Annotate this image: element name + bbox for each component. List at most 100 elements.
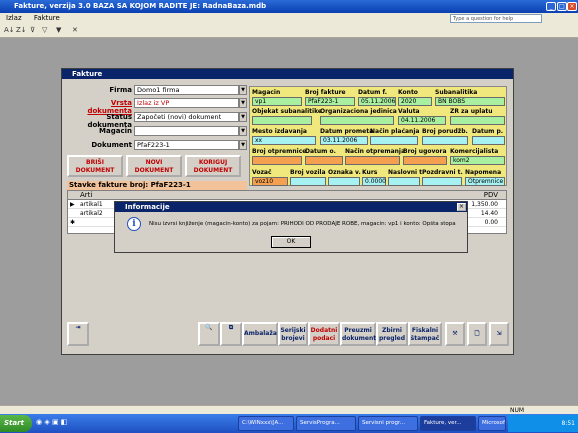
subanalitika-field[interactable]: BN BOBS: [435, 97, 505, 106]
kurs-label: Kurs: [362, 169, 378, 176]
information-dialog: Informacije × i Nisu izvrsi knjiženje (m…: [114, 201, 468, 253]
taskbar-item-5[interactable]: Microsoft Acc...: [478, 416, 506, 431]
pozdravni-label: Pozdravni t.: [422, 169, 463, 176]
nacin-otpremanja-field[interactable]: [345, 156, 400, 165]
invoice-header-panel: Magacin Broj fakture Datum f. Konto Suba…: [249, 86, 507, 186]
fiskalni-stampac-button[interactable]: Fiskalni štampač: [408, 322, 442, 346]
broj-porudzbine-label: Broj porudžb.: [422, 128, 468, 135]
print-preview-icon[interactable]: 🗋: [467, 322, 487, 346]
org-jedinica-field[interactable]: [320, 116, 394, 125]
taskbar-item-1[interactable]: C:\WINxxx\[A...: [238, 416, 294, 431]
taskbar-item-4[interactable]: Fakture, ver...: [420, 416, 476, 431]
vrsta-dropdown-icon[interactable]: ▼: [239, 98, 247, 108]
row-artikal: artikal1: [80, 201, 103, 208]
firma-dropdown-icon[interactable]: ▼: [239, 85, 247, 95]
subanalitika-label: Subanalitika: [435, 89, 478, 96]
nacin-placanja-label: Način plaćanja: [370, 128, 420, 135]
preuzmi-dokument-button[interactable]: Preuzmi dokument: [340, 322, 376, 346]
firma-label: Firma: [109, 86, 132, 94]
menu-item-fakture[interactable]: Fakture: [34, 14, 60, 22]
magacin-header-field[interactable]: vp1: [252, 97, 302, 106]
zbirni-pregled-button[interactable]: Zbirni pregled: [376, 322, 408, 346]
form-title-bar: Fakture: [62, 69, 513, 79]
taskbar-item-2[interactable]: ServisProgra...: [296, 416, 356, 431]
pozdravni-field[interactable]: [422, 177, 462, 186]
firma-field[interactable]: Domo1 firma: [134, 85, 239, 95]
dialog-message: Nisu izvrsi knjiženje (magacin-konto) za…: [149, 221, 456, 227]
grid-column-artikal[interactable]: Arti: [80, 191, 92, 200]
datum-p-field[interactable]: [472, 136, 505, 145]
taskbar: Start ◉ ◈ ▣ ◧ C:\WINxxx\[A... ServisProg…: [0, 414, 578, 433]
nacin-placanja-field[interactable]: [370, 136, 418, 145]
remove-filter-icon[interactable]: ▼: [56, 26, 61, 34]
naslovni-field[interactable]: [388, 177, 420, 186]
tools-icon[interactable]: ⚒: [445, 322, 465, 346]
ambalaza-button[interactable]: Ambalaža: [242, 322, 278, 346]
zr-field[interactable]: [450, 116, 505, 125]
help-search-input[interactable]: Type a question for help: [450, 14, 542, 23]
broj-vozila-field[interactable]: [290, 177, 326, 186]
ok-button[interactable]: OK: [271, 236, 311, 248]
menu-item-izlaz[interactable]: Izlaz: [6, 14, 22, 22]
dokument-field[interactable]: PfaF223-1: [134, 140, 239, 150]
row-selector-icon[interactable]: ▶: [70, 200, 75, 209]
broj-porudzbine-field[interactable]: [422, 136, 468, 145]
magacin-field[interactable]: [134, 126, 239, 136]
vrsta-dokumenta-field[interactable]: Izlaz iz VP: [134, 98, 239, 108]
close-button[interactable]: ×: [567, 2, 577, 11]
dokument-dropdown-icon[interactable]: ▼: [239, 140, 247, 150]
valuta-field[interactable]: 04.11.2006: [398, 116, 446, 125]
kurs-field[interactable]: 0.0000: [362, 177, 386, 186]
koriguj-dokument-button[interactable]: KORIGUJ DOKUMENT: [185, 155, 241, 177]
sort-ascending-icon[interactable]: A↓: [4, 26, 15, 34]
quick-launch-icons[interactable]: ◉ ◈ ▣ ◧: [36, 418, 67, 426]
objekat-field[interactable]: [252, 116, 312, 125]
broj-ugovora-field[interactable]: [403, 156, 447, 165]
serijski-brojevi-button[interactable]: Serijski brojevi: [278, 322, 308, 346]
magacin-label: Magacin: [99, 127, 132, 135]
konto-label: Konto: [398, 89, 418, 96]
dialog-close-icon[interactable]: ×: [457, 203, 466, 211]
oznaka-v-field[interactable]: [328, 177, 360, 186]
exit-button[interactable]: ⇥: [67, 322, 89, 346]
magacin-dropdown-icon[interactable]: ▼: [239, 126, 247, 136]
napomena-label: Napomena: [465, 169, 502, 176]
napomena-field[interactable]: Otpremnice: [465, 177, 505, 186]
mesto-field[interactable]: xx: [252, 136, 316, 145]
app-title-bar: Fakture, verzija 3.0 BAZA SA KOJOM RADIT…: [0, 0, 578, 13]
minimize-button[interactable]: _: [546, 2, 556, 11]
vozac-field[interactable]: voz10: [252, 177, 288, 186]
taskbar-item-3[interactable]: Servisni progr...: [358, 416, 418, 431]
valuta-label: Valuta: [398, 108, 420, 115]
broj-fakture-field[interactable]: PfaF223-1: [305, 97, 355, 106]
novi-dokument-button[interactable]: NOVI DOKUMENT: [126, 155, 182, 177]
grid-header: Arti PDV: [68, 191, 506, 200]
naslovni-label: Naslovni t.: [388, 169, 425, 176]
brisi-dokument-button[interactable]: BRIŠI DOKUMENT: [67, 155, 123, 177]
filter-icon[interactable]: ▽: [42, 26, 47, 34]
form-title: Fakture: [72, 70, 103, 78]
stavke-fakture-label: Stavke fakture broj: PfaF223-1: [67, 181, 247, 190]
maximize-button[interactable]: □: [557, 2, 567, 11]
broj-otpremnice-field[interactable]: [252, 156, 302, 165]
dodatni-podaci-button[interactable]: Dodatni podaci: [308, 322, 340, 346]
komercijalista-label: Komercijalista: [450, 148, 499, 155]
status-dropdown-icon[interactable]: ▼: [239, 112, 247, 122]
copy-icon[interactable]: ⧉: [220, 322, 242, 346]
status-dokumenta-field[interactable]: Započeti (novi) dokument: [134, 112, 239, 122]
search-icon[interactable]: 🔍: [198, 322, 220, 346]
filter-by-selection-icon[interactable]: ⊽: [30, 26, 35, 34]
datum-o-field[interactable]: [305, 156, 343, 165]
konto-field[interactable]: 2020: [398, 97, 432, 106]
close-form-icon[interactable]: ✕: [72, 26, 78, 34]
sort-descending-icon[interactable]: Z↓: [16, 26, 27, 34]
grid-column-pdv[interactable]: PDV: [484, 191, 498, 200]
app-title: Fakture, verzija 3.0 BAZA SA KOJOM RADIT…: [14, 2, 267, 10]
start-button[interactable]: Start: [0, 415, 32, 432]
komercijalista-field[interactable]: kom2: [450, 156, 505, 165]
dokument-label: Dokument: [91, 141, 132, 149]
close-form-button[interactable]: ⇲: [489, 322, 509, 346]
datum-prometa-field[interactable]: 03.11.2006: [320, 136, 368, 145]
toolbar: A↓ Z↓ ⊽ ▽ ▼ ✕: [0, 24, 578, 38]
datum-f-field[interactable]: 05.11.2006: [358, 97, 396, 106]
